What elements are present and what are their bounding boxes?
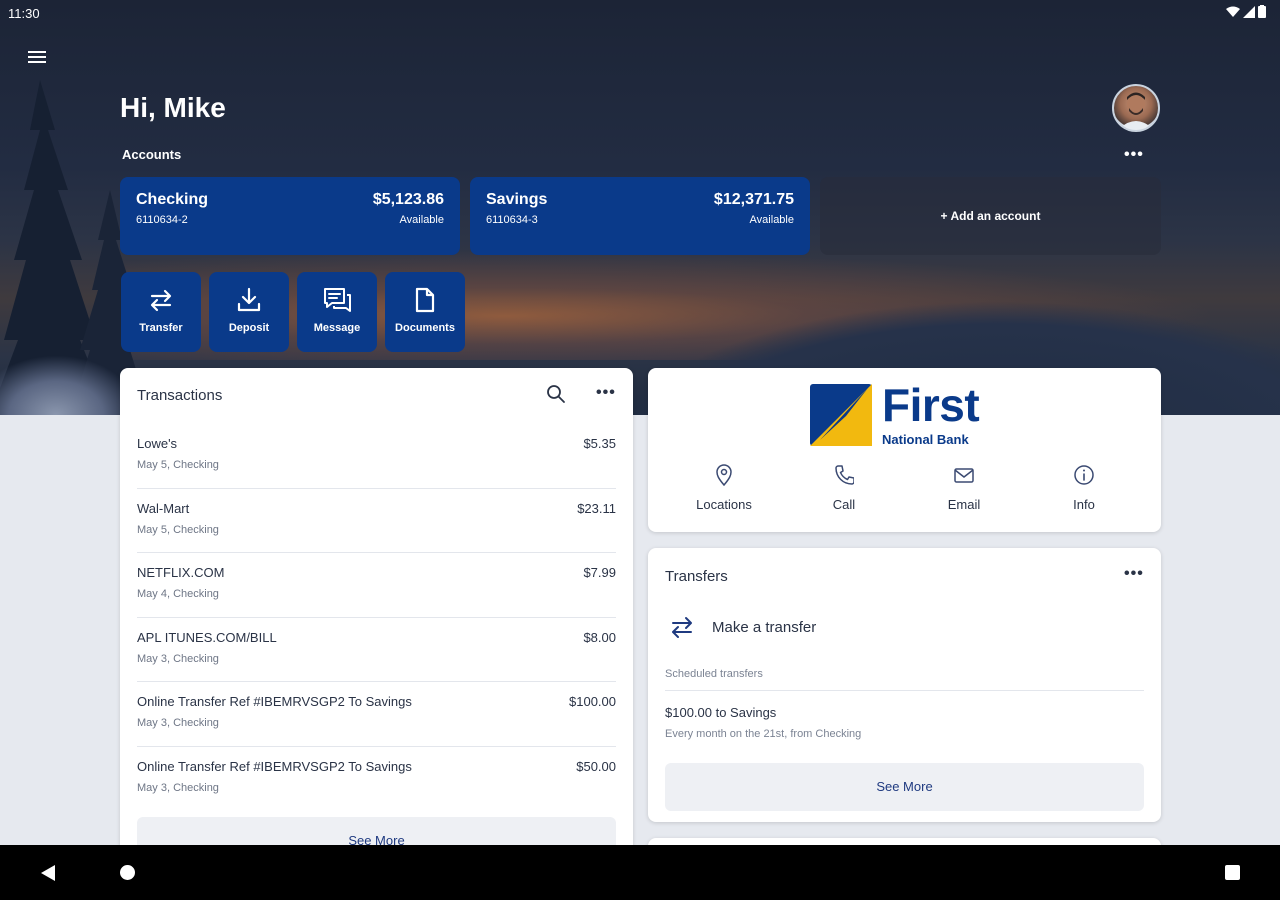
greeting: Hi, Mike bbox=[120, 92, 226, 123]
bank-action-label: Info bbox=[1073, 497, 1095, 512]
transaction-detail: May 3, Checking bbox=[137, 652, 219, 665]
transaction-row[interactable]: Online Transfer Ref #IBEMRVSGP2 To Savin… bbox=[137, 747, 616, 812]
transaction-merchant: Lowe's bbox=[137, 436, 178, 451]
battery-icon bbox=[1258, 5, 1266, 18]
transactions-list: Lowe's May 5, Checking $5.35 Wal-Mart Ma… bbox=[137, 424, 616, 811]
document-icon bbox=[415, 287, 435, 313]
account-card-checking[interactable]: Checking 6110634-2 $5,123.86 Available bbox=[120, 177, 460, 255]
transactions-more-button[interactable]: ••• bbox=[596, 384, 616, 402]
transaction-detail: May 3, Checking bbox=[137, 717, 219, 729]
action-label: Message bbox=[313, 322, 361, 334]
transaction-merchant: Online Transfer Ref #IBEMRVSGP2 To Savin… bbox=[137, 694, 412, 709]
transaction-amount: $8.00 bbox=[583, 629, 616, 645]
deposit-action-button[interactable]: Deposit bbox=[209, 272, 289, 352]
transaction-detail: May 3, Checking bbox=[137, 781, 219, 794]
bank-logo-subtext: National Bank bbox=[882, 432, 969, 447]
documents-action-button[interactable]: Documents bbox=[385, 272, 465, 352]
bank-action-label: Locations bbox=[696, 497, 752, 512]
message-icon bbox=[324, 288, 351, 312]
transaction-row[interactable]: Online Transfer Ref #IBEMRVSGP2 To Savin… bbox=[137, 682, 616, 747]
scheduled-transfer-title[interactable]: $100.00 to Savings bbox=[665, 705, 776, 720]
transaction-merchant: APL ITUNES.COM/BILL bbox=[137, 629, 277, 645]
transaction-amount: $7.99 bbox=[583, 565, 616, 580]
divider bbox=[665, 690, 1144, 691]
account-number: 6110634-2 bbox=[136, 214, 188, 226]
transfers-see-more-button[interactable]: See More bbox=[665, 763, 1144, 811]
add-account-button[interactable]: + Add an account bbox=[820, 177, 1161, 255]
recents-icon[interactable] bbox=[1225, 865, 1240, 880]
home-icon[interactable] bbox=[120, 865, 135, 880]
account-name: Checking bbox=[136, 191, 209, 208]
transaction-merchant: NETFLIX.COM bbox=[137, 565, 225, 580]
accounts-more-button[interactable]: ••• bbox=[1124, 146, 1144, 164]
transaction-detail: May 4, Checking bbox=[137, 588, 219, 600]
status-bar: 11:30 bbox=[0, 0, 1280, 26]
signal-icon bbox=[1243, 5, 1255, 18]
bank-action-label: Call bbox=[832, 497, 856, 512]
transaction-row[interactable]: Wal-Mart May 5, Checking $23.11 bbox=[137, 489, 616, 553]
transaction-row[interactable]: Lowe's May 5, Checking $5.35 bbox=[137, 424, 616, 489]
account-balance: $5,123.86 bbox=[372, 191, 444, 208]
transactions-card: Transactions ••• Lowe's May 5, Checking … bbox=[120, 368, 633, 888]
account-balance: $12,371.75 bbox=[713, 191, 794, 208]
avatar[interactable] bbox=[1112, 84, 1160, 132]
scheduled-transfers-label: Scheduled transfers bbox=[665, 668, 763, 680]
transaction-merchant: Wal-Mart bbox=[137, 500, 190, 516]
call-button[interactable]: Call bbox=[794, 464, 894, 512]
action-label: Deposit bbox=[228, 322, 270, 334]
email-icon bbox=[954, 468, 974, 483]
transfer-icon bbox=[672, 617, 692, 638]
transfers-title: Transfers bbox=[665, 568, 728, 585]
transaction-row[interactable]: NETFLIX.COM May 4, Checking $7.99 bbox=[137, 553, 616, 618]
action-label: Documents bbox=[395, 322, 455, 334]
system-nav-bar bbox=[0, 845, 1280, 900]
transaction-amount: $23.11 bbox=[577, 500, 616, 516]
account-status: Available bbox=[749, 214, 794, 226]
user-photo-icon bbox=[1118, 92, 1154, 130]
location-pin-icon bbox=[716, 464, 732, 487]
transfers-more-button[interactable]: ••• bbox=[1124, 565, 1144, 583]
transactions-title: Transactions bbox=[137, 387, 223, 404]
action-label: Transfer bbox=[139, 322, 183, 334]
account-card-savings[interactable]: Savings 6110634-3 $12,371.75 Available bbox=[470, 177, 810, 255]
bank-logo-text: First bbox=[882, 379, 980, 431]
info-icon bbox=[1074, 465, 1094, 485]
transaction-row[interactable]: APL ITUNES.COM/BILL May 3, Checking $8.0… bbox=[137, 618, 616, 682]
wifi-icon bbox=[1226, 6, 1240, 17]
account-status: Available bbox=[399, 214, 444, 226]
message-action-button[interactable]: Message bbox=[297, 272, 377, 352]
transfer-icon bbox=[150, 289, 172, 312]
transaction-detail: May 5, Checking bbox=[137, 523, 219, 536]
transfers-card: Transfers ••• Make a transfer Scheduled … bbox=[648, 548, 1161, 822]
back-icon[interactable] bbox=[40, 864, 56, 882]
scheduled-transfer-detail: Every month on the 21st, from Checking bbox=[665, 728, 862, 740]
status-time: 11:30 bbox=[8, 6, 40, 21]
phone-icon bbox=[835, 465, 855, 485]
status-icons bbox=[1226, 5, 1266, 18]
transaction-amount: $5.35 bbox=[583, 436, 616, 451]
transaction-amount: $100.00 bbox=[569, 694, 616, 709]
accounts-label: Accounts bbox=[122, 147, 182, 162]
locations-button[interactable]: Locations bbox=[674, 464, 774, 512]
bank-logo-mark bbox=[810, 384, 872, 446]
snow-mound bbox=[0, 355, 140, 415]
menu-button[interactable] bbox=[24, 44, 50, 70]
bank-info-card: First National Bank Locations Call Email… bbox=[648, 368, 1161, 532]
make-transfer-link[interactable]: Make a transfer bbox=[712, 619, 816, 636]
search-icon[interactable] bbox=[546, 384, 566, 404]
bank-action-label: Email bbox=[947, 497, 981, 512]
account-number: 6110634-3 bbox=[486, 214, 538, 226]
transaction-merchant: Online Transfer Ref #IBEMRVSGP2 To Savin… bbox=[137, 758, 412, 774]
hamburger-icon bbox=[28, 51, 46, 63]
email-button[interactable]: Email bbox=[914, 464, 1014, 512]
transaction-detail: May 5, Checking bbox=[137, 459, 219, 471]
account-name: Savings bbox=[486, 191, 548, 208]
transaction-amount: $50.00 bbox=[576, 758, 616, 774]
info-button[interactable]: Info bbox=[1034, 464, 1134, 512]
deposit-icon bbox=[237, 287, 261, 312]
transfer-action-button[interactable]: Transfer bbox=[121, 272, 201, 352]
